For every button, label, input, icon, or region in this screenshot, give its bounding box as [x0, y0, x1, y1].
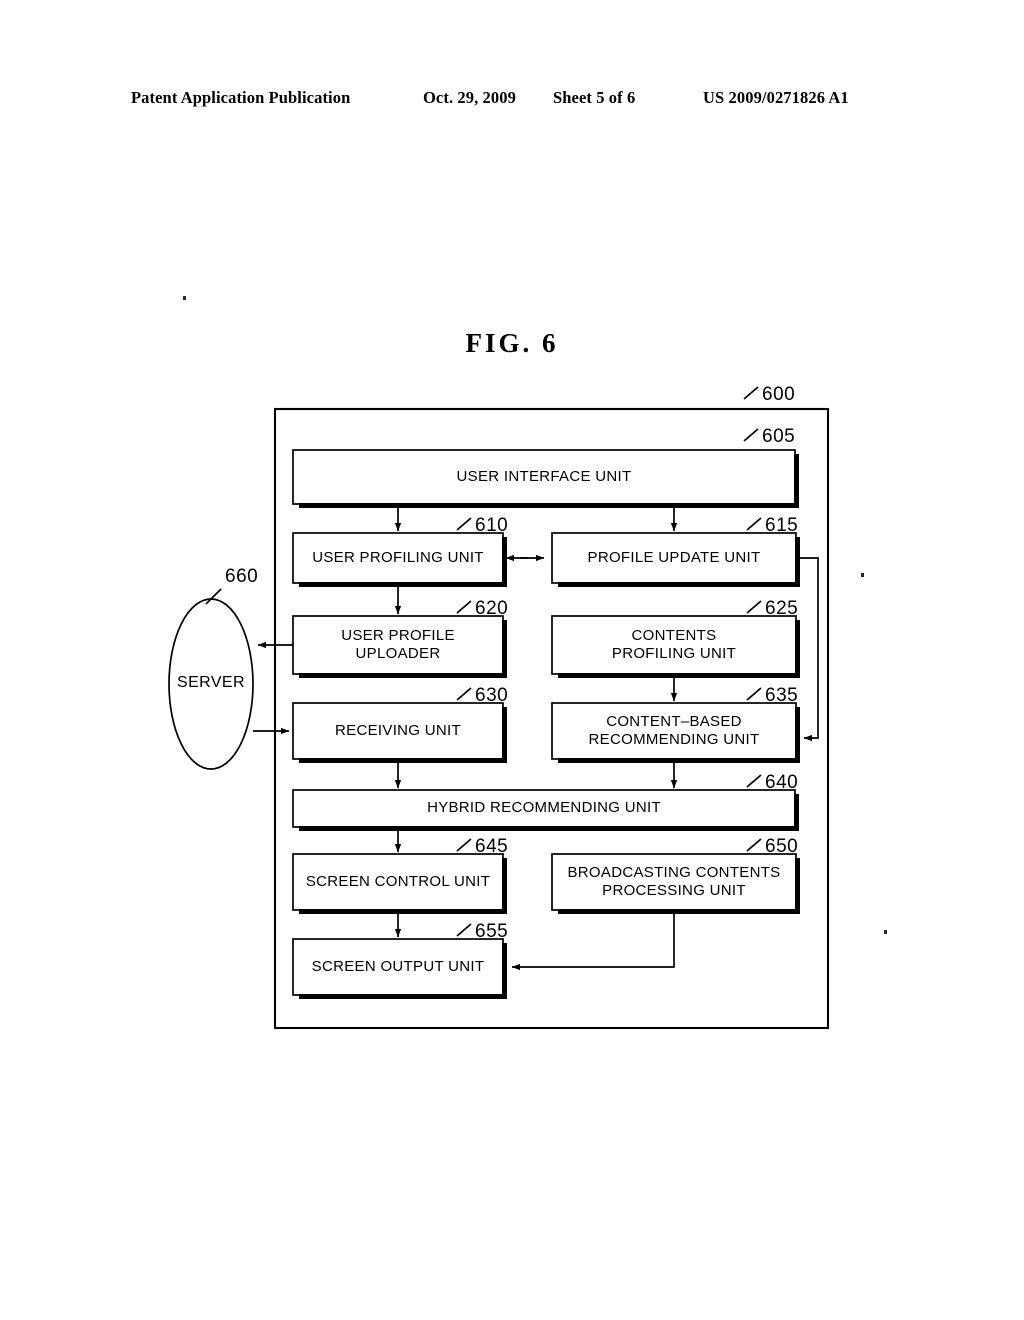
- figure-6-block-diagram: [0, 0, 1024, 1320]
- leader-660: [205, 588, 222, 605]
- leader-635: [746, 687, 762, 701]
- leader-650: [746, 838, 762, 852]
- ref-numeral-660: 660: [225, 566, 259, 587]
- block-605-rect: [292, 449, 796, 505]
- leader-610: [456, 517, 472, 531]
- ref-numeral-640: 640: [765, 772, 799, 793]
- ref-numeral-620: 620: [475, 598, 509, 619]
- block-630-rect: [292, 702, 504, 760]
- leader-605: [743, 428, 759, 442]
- ref-numeral-630: 630: [475, 685, 509, 706]
- block-645-rect: [292, 853, 504, 911]
- block-625-rect: [551, 615, 797, 675]
- ref-numeral-615: 615: [765, 515, 799, 536]
- conn-650-to-655: [511, 914, 675, 971]
- leader-615: [746, 517, 762, 531]
- ref-numeral-645: 645: [475, 836, 509, 857]
- conn-615-to-635: [800, 557, 819, 742]
- block-640-rect: [292, 789, 796, 828]
- block-610-rect: [292, 532, 504, 584]
- ref-numeral-650: 650: [765, 836, 799, 857]
- block-635-rect: [551, 702, 797, 760]
- leader-655: [456, 923, 472, 937]
- block-620-rect: [292, 615, 504, 675]
- ref-numeral-655: 655: [475, 921, 509, 942]
- ref-numeral-605: 605: [762, 426, 796, 447]
- ref-numeral-610: 610: [475, 515, 509, 536]
- leader-625: [746, 600, 762, 614]
- leader-620: [456, 600, 472, 614]
- leader-630: [456, 687, 472, 701]
- ref-numeral-600: 600: [762, 384, 796, 405]
- leader-645: [456, 838, 472, 852]
- block-650-rect: [551, 853, 797, 911]
- ref-numeral-625: 625: [765, 598, 799, 619]
- server-label: SERVER: [177, 674, 245, 691]
- ref-numeral-635: 635: [765, 685, 799, 706]
- block-655-rect: [292, 938, 504, 996]
- block-615-rect: [551, 532, 797, 584]
- leader-640: [746, 774, 762, 788]
- leader-600: [743, 386, 759, 400]
